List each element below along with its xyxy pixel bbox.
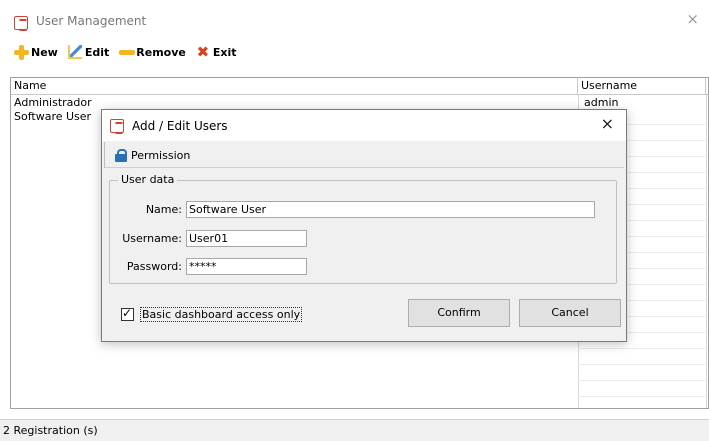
confirm-button[interactable]: Confirm <box>408 299 510 327</box>
name-label: Name: <box>145 203 182 216</box>
column-header-name[interactable]: Name <box>11 78 578 95</box>
edit-button[interactable]: Edit <box>67 45 110 59</box>
tab-permission-label: Permission <box>131 148 191 162</box>
column-header-username[interactable]: Username <box>578 78 706 95</box>
x-icon: ✖ <box>196 43 210 61</box>
password-label: Password: <box>126 260 182 273</box>
new-button-label: New <box>31 45 58 59</box>
user-data-group: User data Name: Username: Password: <box>109 173 617 284</box>
window-close-button[interactable]: × <box>686 12 699 27</box>
cell-name: Administrador <box>14 96 92 109</box>
app-logo-icon <box>110 119 124 134</box>
pencil-icon <box>67 45 82 59</box>
lock-icon <box>115 148 127 162</box>
dialog-close-button[interactable]: × <box>601 116 614 132</box>
tab-permission[interactable]: Permission <box>104 142 204 168</box>
plus-icon <box>14 45 29 60</box>
remove-button-label: Remove <box>136 45 186 59</box>
name-input[interactable] <box>186 201 595 218</box>
remove-button[interactable]: Remove <box>119 45 186 59</box>
basic-access-label[interactable]: Basic dashboard access only <box>140 307 303 322</box>
password-input[interactable] <box>186 258 307 275</box>
check-icon: ✓ <box>122 306 133 320</box>
add-edit-users-dialog: Add / Edit Users × Permission User data … <box>101 109 627 342</box>
grid-header: Name Username <box>11 78 708 95</box>
record-count: 2 Registration (s) <box>3 424 98 437</box>
window-titlebar: User Management × <box>0 0 709 38</box>
cell-name: Software User <box>14 110 92 123</box>
edit-button-label: Edit <box>84 45 110 59</box>
cell-username: admin <box>584 96 619 109</box>
tab-strip: Permission <box>104 141 624 168</box>
minus-icon <box>119 45 136 59</box>
basic-access-checkbox-row[interactable]: ✓ Basic dashboard access only <box>121 306 303 322</box>
row-divider <box>578 380 708 381</box>
username-label: Username: <box>122 232 182 245</box>
toolbar: New Edit Remove ✖ Exit <box>0 40 709 64</box>
row-divider <box>578 364 708 365</box>
group-title: User data <box>118 173 178 186</box>
exit-button[interactable]: ✖ Exit <box>196 43 237 61</box>
status-bar: 2 Registration (s) <box>0 419 709 441</box>
row-divider <box>578 348 708 349</box>
exit-button-label: Exit <box>212 45 237 59</box>
app-logo-icon <box>14 16 28 31</box>
row-divider <box>578 396 708 397</box>
cancel-button[interactable]: Cancel <box>519 299 621 327</box>
basic-access-checkbox[interactable]: ✓ <box>121 306 134 321</box>
username-input[interactable] <box>186 230 307 247</box>
new-button[interactable]: New <box>14 45 58 60</box>
dialog-title: Add / Edit Users <box>132 119 228 133</box>
window-title: User Management <box>36 14 147 28</box>
table-row[interactable]: Administrador admin <box>11 96 708 110</box>
dialog-titlebar: Add / Edit Users × <box>102 110 626 141</box>
